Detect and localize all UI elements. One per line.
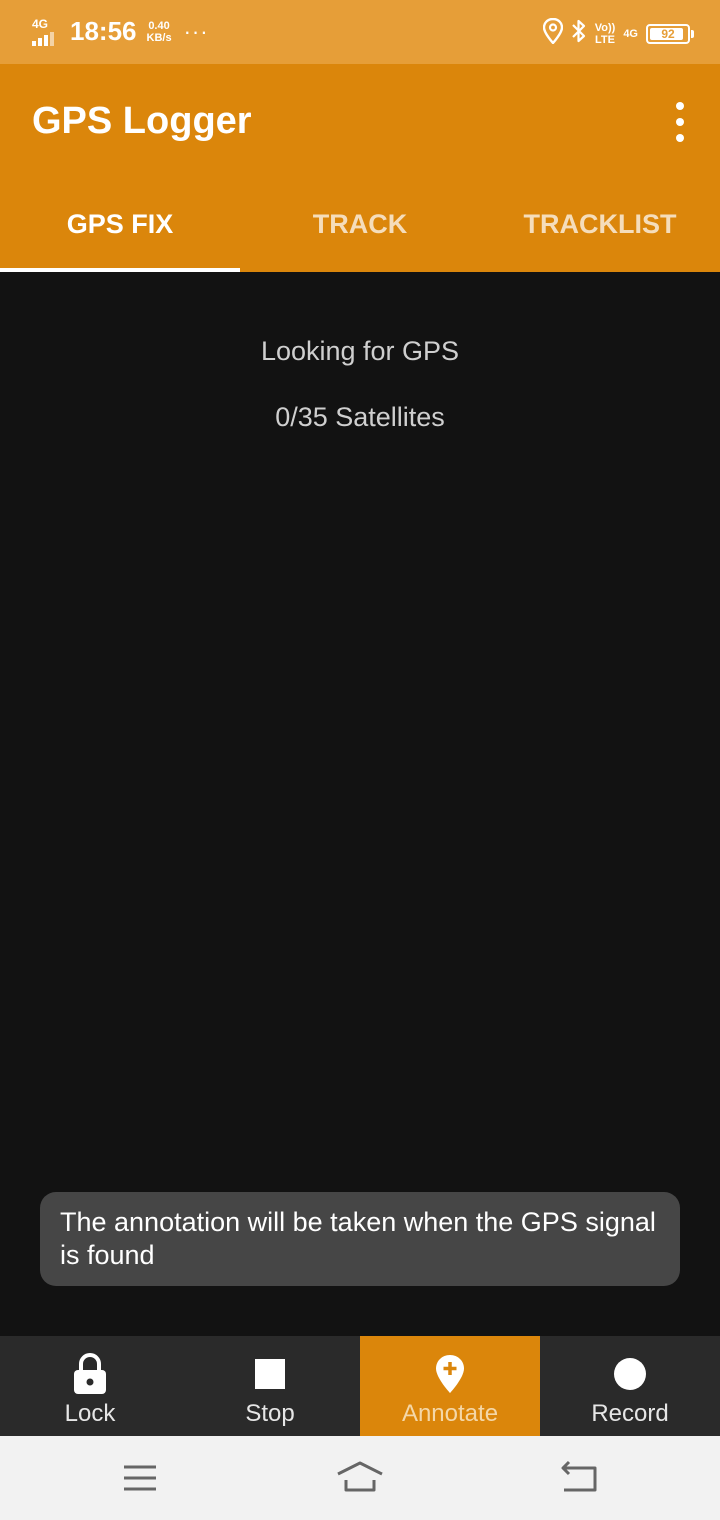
tab-track[interactable]: TRACK	[240, 176, 480, 272]
gps-status-text: Looking for GPS	[260, 336, 460, 366]
volte-top-label: Vo))	[594, 21, 616, 34]
lock-label: Lock	[64, 1400, 116, 1427]
add-location-icon	[435, 1350, 465, 1398]
home-icon[interactable]	[335, 1458, 385, 1498]
network-speed-unit: KB/s	[146, 31, 172, 44]
stop-icon	[255, 1350, 285, 1398]
more-vertical-icon[interactable]	[668, 102, 692, 142]
stop-label: Stop	[245, 1400, 295, 1427]
status-time: 18:56	[70, 16, 137, 46]
status-bar: 4G 18:56 0.40 KB/s ··· Vo)) LTE 4G 92	[0, 0, 720, 64]
more-notifications-icon: ···	[183, 18, 209, 44]
record-label: Record	[591, 1400, 669, 1427]
lock-icon	[72, 1350, 108, 1398]
app-bar: GPS Logger GPS FIX TRACK TRACKLIST	[0, 64, 720, 272]
volte-bottom-label: LTE	[595, 33, 615, 46]
cellular-signal-icon: 4G	[32, 18, 62, 46]
network-type-right-label: 4G	[623, 27, 638, 40]
app-title: GPS Logger	[32, 100, 252, 142]
annotate-button[interactable]: Annotate	[360, 1336, 540, 1436]
tab-tracklist[interactable]: TRACKLIST	[480, 176, 720, 272]
location-icon	[542, 17, 563, 49]
network-speed-value: 0.40	[148, 19, 170, 32]
lock-button[interactable]: Lock	[0, 1336, 180, 1436]
record-button[interactable]: Record	[540, 1336, 720, 1436]
satellite-count: 0/35 Satellites	[275, 402, 445, 432]
menu-icon[interactable]	[115, 1458, 165, 1498]
network-type-label: 4G	[32, 16, 49, 31]
bluetooth-icon	[571, 18, 587, 49]
stop-button[interactable]: Stop	[180, 1336, 360, 1436]
battery-level: 92	[661, 26, 675, 41]
annotate-label: Annotate	[401, 1400, 499, 1427]
network-speed: 0.40 KB/s	[147, 20, 172, 44]
record-icon	[613, 1350, 647, 1398]
tab-bar: GPS FIX TRACK TRACKLIST	[0, 176, 720, 272]
tab-gps-fix[interactable]: GPS FIX	[0, 176, 240, 272]
toast-message: The annotation will be taken when the GP…	[40, 1192, 680, 1286]
gps-fix-panel: Looking for GPS 0/35 Satellites The anno…	[0, 272, 720, 1336]
system-nav-bar	[0, 1436, 720, 1520]
bottom-action-bar: Lock Stop Annotate Record	[0, 1336, 720, 1436]
battery-icon: 92	[646, 23, 694, 44]
back-icon[interactable]	[555, 1458, 605, 1498]
volte-indicator: Vo)) LTE	[595, 22, 616, 46]
